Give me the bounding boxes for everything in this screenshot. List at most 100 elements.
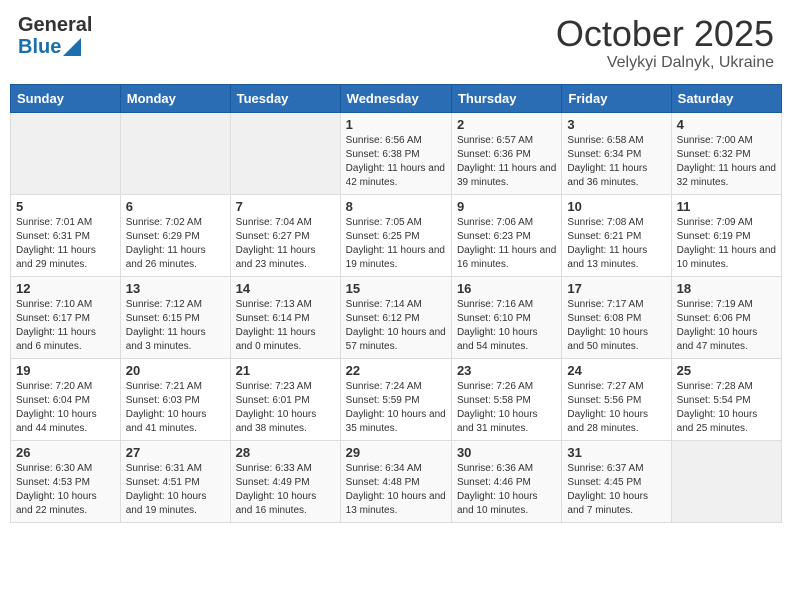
calendar-week-row: 12 Sunrise: 7:10 AM Sunset: 6:17 PM Dayli… bbox=[11, 276, 782, 358]
day-info: Sunrise: 7:14 AM Sunset: 6:12 PM Dayligh… bbox=[346, 298, 446, 354]
day-info: Sunrise: 7:02 AM Sunset: 6:29 PM Dayligh… bbox=[126, 216, 225, 272]
weekday-header-saturday: Saturday bbox=[671, 84, 781, 112]
calendar-week-row: 5 Sunrise: 7:01 AM Sunset: 6:31 PM Daylig… bbox=[11, 194, 782, 276]
day-number: 21 bbox=[236, 363, 335, 378]
day-info: Sunrise: 6:34 AM Sunset: 4:48 PM Dayligh… bbox=[346, 462, 446, 518]
calendar-cell: 1Sunrise: 6:56 AM Sunset: 6:38 PM Daylig… bbox=[340, 112, 451, 194]
calendar-cell: 27 Sunrise: 6:31 AM Sunset: 4:51 PM Dayli… bbox=[120, 440, 230, 522]
day-number: 22 bbox=[346, 363, 446, 378]
day-number: 27 bbox=[126, 445, 225, 460]
day-info: Sunrise: 7:10 AM Sunset: 6:17 PM Dayligh… bbox=[16, 298, 115, 354]
day-info: Sunrise: 7:05 AM Sunset: 6:25 PM Dayligh… bbox=[346, 216, 446, 272]
day-number: 29 bbox=[346, 445, 446, 460]
calendar-cell bbox=[671, 440, 781, 522]
day-info: Sunrise: 7:28 AM Sunset: 5:54 PM Dayligh… bbox=[677, 380, 776, 436]
day-info: Sunrise: 6:58 AM Sunset: 6:34 PM Dayligh… bbox=[567, 134, 665, 190]
day-info: Sunrise: 7:19 AM Sunset: 6:06 PM Dayligh… bbox=[677, 298, 776, 354]
day-info: Sunrise: 7:20 AM Sunset: 6:04 PM Dayligh… bbox=[16, 380, 115, 436]
day-number: 19 bbox=[16, 363, 115, 378]
day-number: 6 bbox=[126, 199, 225, 214]
day-number: 5 bbox=[16, 199, 115, 214]
day-info: Sunrise: 7:26 AM Sunset: 5:58 PM Dayligh… bbox=[457, 380, 556, 436]
location-title: Velykyi Dalnyk, Ukraine bbox=[556, 54, 774, 72]
day-number: 10 bbox=[567, 199, 665, 214]
title-block: October 2025 Velykyi Dalnyk, Ukraine bbox=[556, 14, 774, 72]
day-info: Sunrise: 7:23 AM Sunset: 6:01 PM Dayligh… bbox=[236, 380, 335, 436]
day-info: Sunrise: 6:33 AM Sunset: 4:49 PM Dayligh… bbox=[236, 462, 335, 518]
logo-blue: Blue bbox=[18, 36, 61, 58]
day-info: Sunrise: 7:21 AM Sunset: 6:03 PM Dayligh… bbox=[126, 380, 225, 436]
calendar-cell: 13Sunrise: 7:12 AM Sunset: 6:15 PM Dayli… bbox=[120, 276, 230, 358]
calendar-cell: 11 Sunrise: 7:09 AM Sunset: 6:19 PM Dayli… bbox=[671, 194, 781, 276]
day-number: 31 bbox=[567, 445, 665, 460]
weekday-header-row: SundayMondayTuesdayWednesdayThursdayFrid… bbox=[11, 84, 782, 112]
calendar-cell: 14Sunrise: 7:13 AM Sunset: 6:14 PM Dayli… bbox=[230, 276, 340, 358]
logo: General Blue bbox=[18, 14, 92, 58]
calendar-cell: 6 Sunrise: 7:02 AM Sunset: 6:29 PM Daylig… bbox=[120, 194, 230, 276]
weekday-header-sunday: Sunday bbox=[11, 84, 121, 112]
weekday-header-thursday: Thursday bbox=[451, 84, 561, 112]
calendar-cell: 25 Sunrise: 7:28 AM Sunset: 5:54 PM Dayli… bbox=[671, 358, 781, 440]
calendar-cell: 19 Sunrise: 7:20 AM Sunset: 6:04 PM Dayli… bbox=[11, 358, 121, 440]
day-number: 17 bbox=[567, 281, 665, 296]
calendar-cell: 18 Sunrise: 7:19 AM Sunset: 6:06 PM Dayli… bbox=[671, 276, 781, 358]
day-info: Sunrise: 6:31 AM Sunset: 4:51 PM Dayligh… bbox=[126, 462, 225, 518]
day-number: 28 bbox=[236, 445, 335, 460]
weekday-header-tuesday: Tuesday bbox=[230, 84, 340, 112]
weekday-header-monday: Monday bbox=[120, 84, 230, 112]
day-number: 30 bbox=[457, 445, 556, 460]
weekday-header-friday: Friday bbox=[562, 84, 671, 112]
day-info: Sunrise: 6:57 AM Sunset: 6:36 PM Dayligh… bbox=[457, 134, 556, 190]
calendar-cell: 31Sunrise: 6:37 AM Sunset: 4:45 PM Dayli… bbox=[562, 440, 671, 522]
calendar-week-row: 1Sunrise: 6:56 AM Sunset: 6:38 PM Daylig… bbox=[11, 112, 782, 194]
calendar-cell: 24Sunrise: 7:27 AM Sunset: 5:56 PM Dayli… bbox=[562, 358, 671, 440]
day-number: 12 bbox=[16, 281, 115, 296]
calendar-week-row: 26 Sunrise: 6:30 AM Sunset: 4:53 PM Dayli… bbox=[11, 440, 782, 522]
day-number: 18 bbox=[677, 281, 776, 296]
weekday-header-wednesday: Wednesday bbox=[340, 84, 451, 112]
day-number: 13 bbox=[126, 281, 225, 296]
calendar-cell bbox=[120, 112, 230, 194]
day-number: 20 bbox=[126, 363, 225, 378]
day-info: Sunrise: 6:30 AM Sunset: 4:53 PM Dayligh… bbox=[16, 462, 115, 518]
calendar-cell bbox=[230, 112, 340, 194]
calendar-cell: 17Sunrise: 7:17 AM Sunset: 6:08 PM Dayli… bbox=[562, 276, 671, 358]
calendar-cell: 7 Sunrise: 7:04 AM Sunset: 6:27 PM Daylig… bbox=[230, 194, 340, 276]
logo-triangle-icon bbox=[63, 38, 81, 56]
calendar-cell: 26 Sunrise: 6:30 AM Sunset: 4:53 PM Dayli… bbox=[11, 440, 121, 522]
calendar-cell: 16Sunrise: 7:16 AM Sunset: 6:10 PM Dayli… bbox=[451, 276, 561, 358]
day-info: Sunrise: 6:36 AM Sunset: 4:46 PM Dayligh… bbox=[457, 462, 556, 518]
calendar-cell: 22 Sunrise: 7:24 AM Sunset: 5:59 PM Dayli… bbox=[340, 358, 451, 440]
calendar-cell bbox=[11, 112, 121, 194]
logo-general: General bbox=[18, 14, 92, 36]
day-number: 24 bbox=[567, 363, 665, 378]
calendar-cell: 23 Sunrise: 7:26 AM Sunset: 5:58 PM Dayli… bbox=[451, 358, 561, 440]
day-number: 11 bbox=[677, 199, 776, 214]
day-info: Sunrise: 7:04 AM Sunset: 6:27 PM Dayligh… bbox=[236, 216, 335, 272]
calendar-cell: 4Sunrise: 7:00 AM Sunset: 6:32 PM Daylig… bbox=[671, 112, 781, 194]
calendar-week-row: 19 Sunrise: 7:20 AM Sunset: 6:04 PM Dayli… bbox=[11, 358, 782, 440]
calendar-cell: 30 Sunrise: 6:36 AM Sunset: 4:46 PM Dayli… bbox=[451, 440, 561, 522]
calendar-cell: 3Sunrise: 6:58 AM Sunset: 6:34 PM Daylig… bbox=[562, 112, 671, 194]
calendar-table: SundayMondayTuesdayWednesdayThursdayFrid… bbox=[10, 84, 782, 523]
calendar-cell: 21 Sunrise: 7:23 AM Sunset: 6:01 PM Dayli… bbox=[230, 358, 340, 440]
calendar-cell: 5 Sunrise: 7:01 AM Sunset: 6:31 PM Daylig… bbox=[11, 194, 121, 276]
page-header: General Blue October 2025 Velykyi Dalnyk… bbox=[10, 10, 782, 76]
day-number: 4 bbox=[677, 117, 776, 132]
calendar-cell: 8Sunrise: 7:05 AM Sunset: 6:25 PM Daylig… bbox=[340, 194, 451, 276]
calendar-cell: 20 Sunrise: 7:21 AM Sunset: 6:03 PM Dayli… bbox=[120, 358, 230, 440]
day-info: Sunrise: 7:01 AM Sunset: 6:31 PM Dayligh… bbox=[16, 216, 115, 272]
calendar-cell: 29 Sunrise: 6:34 AM Sunset: 4:48 PM Dayli… bbox=[340, 440, 451, 522]
day-number: 2 bbox=[457, 117, 556, 132]
day-info: Sunrise: 7:09 AM Sunset: 6:19 PM Dayligh… bbox=[677, 216, 776, 272]
day-number: 7 bbox=[236, 199, 335, 214]
calendar-cell: 12 Sunrise: 7:10 AM Sunset: 6:17 PM Dayli… bbox=[11, 276, 121, 358]
day-number: 16 bbox=[457, 281, 556, 296]
day-number: 26 bbox=[16, 445, 115, 460]
day-number: 14 bbox=[236, 281, 335, 296]
day-info: Sunrise: 7:08 AM Sunset: 6:21 PM Dayligh… bbox=[567, 216, 665, 272]
day-number: 23 bbox=[457, 363, 556, 378]
day-number: 1 bbox=[346, 117, 446, 132]
day-info: Sunrise: 7:24 AM Sunset: 5:59 PM Dayligh… bbox=[346, 380, 446, 436]
day-number: 25 bbox=[677, 363, 776, 378]
